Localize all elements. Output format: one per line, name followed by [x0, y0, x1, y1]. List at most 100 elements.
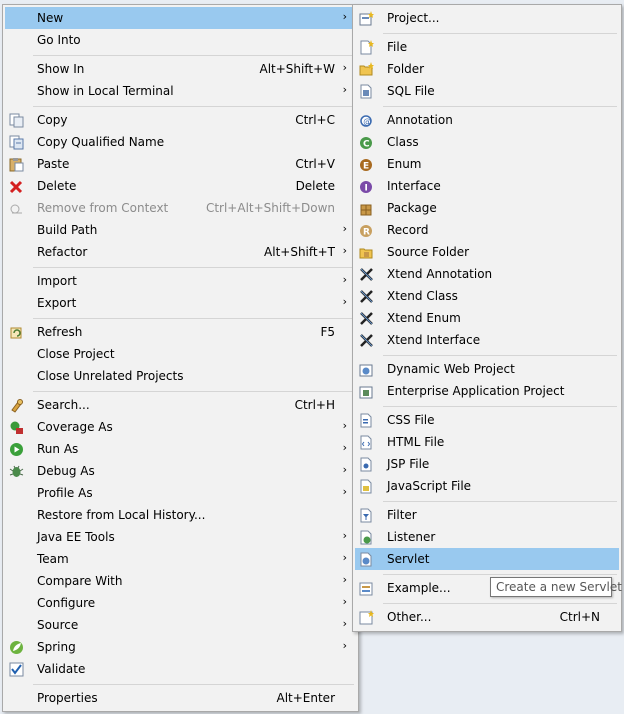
menu-item-html-file[interactable]: HTML File	[355, 431, 619, 453]
menu-item-xtend-enum[interactable]: Xtend Enum	[355, 307, 619, 329]
menu-item-project[interactable]: Project...	[355, 7, 619, 29]
menu-item-label: Show In	[37, 62, 85, 76]
css-file-icon	[359, 413, 374, 428]
menu-item-build-path[interactable]: Build Path ›	[5, 219, 356, 241]
menu-item-copy-qualified-name[interactable]: Copy Qualified Name	[5, 131, 356, 153]
search-icon	[9, 398, 24, 413]
menu-item-label: Export	[37, 296, 77, 310]
menu-item-source-folder[interactable]: Source Folder	[355, 241, 619, 263]
menu-item-java-ee-tools[interactable]: Java EE Tools ›	[5, 526, 356, 548]
menu-item-filter[interactable]: Filter	[355, 504, 619, 526]
shortcut-label: Delete	[295, 179, 335, 193]
menu-item-show-in[interactable]: Show In Alt+Shift+W ›	[5, 58, 356, 80]
menu-item-label: Refresh	[37, 325, 83, 339]
menu-item-new[interactable]: New ›	[5, 7, 356, 29]
menu-item-css-file[interactable]: CSS File	[355, 409, 619, 431]
interface-icon: I	[359, 179, 374, 194]
menu-item-copy[interactable]: Copy Ctrl+C	[5, 109, 356, 131]
menu-item-javascript-file[interactable]: JavaScript File	[355, 475, 619, 497]
menu-item-label: Restore from Local History...	[37, 508, 206, 522]
menu-item-remove-from-context: Remove from Context Ctrl+Alt+Shift+Down	[5, 197, 356, 219]
menu-item-label: Class	[387, 135, 419, 149]
menu-item-label: Xtend Enum	[387, 311, 461, 325]
shortcut-label: Alt+Enter	[276, 691, 335, 705]
submenu-arrow-icon: ›	[342, 485, 347, 498]
menu-item-listener[interactable]: Listener	[355, 526, 619, 548]
menu-item-debug-as[interactable]: Debug As ›	[5, 460, 356, 482]
menu-separator	[383, 355, 617, 356]
menu-item-label: Filter	[387, 508, 417, 522]
menu-item-class[interactable]: C Class	[355, 131, 619, 153]
menu-item-properties[interactable]: Properties Alt+Enter	[5, 687, 356, 709]
menu-item-search[interactable]: Search... Ctrl+H	[5, 394, 356, 416]
menu-item-export[interactable]: Export ›	[5, 292, 356, 314]
menu-item-close-project[interactable]: Close Project	[5, 343, 356, 365]
menu-item-label: Dynamic Web Project	[387, 362, 515, 376]
menu-item-paste[interactable]: Paste Ctrl+V	[5, 153, 356, 175]
menu-item-label: Close Project	[37, 347, 115, 361]
menu-item-label: Source Folder	[387, 245, 470, 259]
menu-item-label: HTML File	[387, 435, 445, 449]
menu-item-jsp-file[interactable]: JSP File	[355, 453, 619, 475]
menu-item-other[interactable]: Other... Ctrl+N	[355, 606, 619, 628]
menu-item-label: CSS File	[387, 413, 435, 427]
menu-item-label: Paste	[37, 157, 70, 171]
menu-item-label: SQL File	[387, 84, 435, 98]
menu-item-profile-as[interactable]: Profile As ›	[5, 482, 356, 504]
copy-qualified-name-icon	[9, 135, 24, 150]
enum-icon: E	[359, 157, 374, 172]
source-folder-icon	[359, 245, 374, 260]
menu-item-record[interactable]: R Record	[355, 219, 619, 241]
menu-item-enum[interactable]: E Enum	[355, 153, 619, 175]
menu-item-label: Other...	[387, 610, 432, 624]
menu-item-label: Import	[37, 274, 77, 288]
run-icon	[9, 442, 24, 457]
menu-item-refactor[interactable]: Refactor Alt+Shift+T ›	[5, 241, 356, 263]
remove-from-context-icon	[9, 201, 24, 216]
menu-item-label: Build Path	[37, 223, 98, 237]
menu-item-xtend-interface[interactable]: Xtend Interface	[355, 329, 619, 351]
menu-item-source[interactable]: Source ›	[5, 614, 356, 636]
menu-item-dynamic-web-project[interactable]: Dynamic Web Project	[355, 358, 619, 380]
menu-item-xtend-annotation[interactable]: Xtend Annotation	[355, 263, 619, 285]
xtend-enum-icon	[359, 311, 374, 326]
menu-item-restore-from-local-history[interactable]: Restore from Local History...	[5, 504, 356, 526]
menu-item-servlet[interactable]: Servlet	[355, 548, 619, 570]
menu-item-xtend-class[interactable]: Xtend Class	[355, 285, 619, 307]
menu-item-label: Debug As	[37, 464, 95, 478]
menu-item-sql-file[interactable]: SQL File	[355, 80, 619, 102]
menu-item-enterprise-application-project[interactable]: Enterprise Application Project	[355, 380, 619, 402]
menu-item-file[interactable]: File	[355, 36, 619, 58]
menu-item-label: Refactor	[37, 245, 88, 259]
shortcut-label: F5	[320, 325, 335, 339]
menu-item-run-as[interactable]: Run As ›	[5, 438, 356, 460]
menu-item-compare-with[interactable]: Compare With ›	[5, 570, 356, 592]
jsp-file-icon	[359, 457, 374, 472]
class-icon: C	[359, 135, 374, 150]
menu-item-spring[interactable]: Spring ›	[5, 636, 356, 658]
submenu-arrow-icon: ›	[342, 295, 347, 308]
menu-item-coverage-as[interactable]: Coverage As ›	[5, 416, 356, 438]
menu-item-package[interactable]: Package	[355, 197, 619, 219]
menu-item-label: Xtend Interface	[387, 333, 481, 347]
menu-item-annotation[interactable]: @ Annotation	[355, 109, 619, 131]
menu-item-go-into[interactable]: Go Into	[5, 29, 356, 51]
menu-item-import[interactable]: Import ›	[5, 270, 356, 292]
example-icon	[359, 581, 374, 596]
menu-separator	[383, 106, 617, 107]
menu-item-label: Xtend Class	[387, 289, 458, 303]
menu-item-show-in-local-terminal[interactable]: Show in Local Terminal ›	[5, 80, 356, 102]
menu-item-close-unrelated-projects[interactable]: Close Unrelated Projects	[5, 365, 356, 387]
menu-item-team[interactable]: Team ›	[5, 548, 356, 570]
sql-file-icon	[359, 84, 374, 99]
menu-item-label: Show in Local Terminal	[37, 84, 174, 98]
menu-separator	[383, 406, 617, 407]
menu-item-folder[interactable]: Folder	[355, 58, 619, 80]
context-menu: New › Go Into Show In Alt+Shift+W › Show in Lo…	[2, 4, 359, 712]
menu-item-delete[interactable]: Delete Delete	[5, 175, 356, 197]
shortcut-label: Alt+Shift+T	[264, 245, 335, 259]
menu-item-refresh[interactable]: Refresh F5	[5, 321, 356, 343]
menu-item-configure[interactable]: Configure ›	[5, 592, 356, 614]
menu-item-validate[interactable]: Validate	[5, 658, 356, 680]
menu-item-interface[interactable]: I Interface	[355, 175, 619, 197]
